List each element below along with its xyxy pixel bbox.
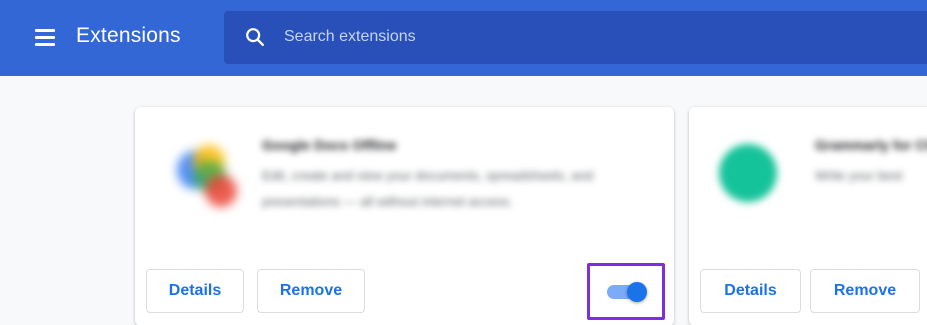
search-icon [246, 28, 264, 46]
extension-name: Google Docs Offline [262, 137, 397, 153]
search-input[interactable] [284, 24, 884, 50]
remove-button[interactable]: Remove [257, 269, 365, 313]
search-bar[interactable] [224, 11, 927, 64]
details-button[interactable]: Details [146, 269, 244, 313]
app-header: Extensions [0, 0, 927, 76]
google-docs-offline-icon [171, 141, 241, 211]
extension-card-google-docs-offline: Google Docs Offline Edit, create and vie… [135, 107, 674, 325]
page-title: Extensions [76, 24, 181, 47]
extension-description: Write your best [815, 168, 903, 183]
hamburger-menu-icon[interactable] [33, 26, 57, 48]
extension-description: Edit, create and view your documents, sp… [262, 168, 593, 209]
grammarly-icon [719, 144, 777, 202]
extension-card-grammarly: Grammarly for Chrome Write your best Det… [689, 107, 927, 325]
enable-extension-toggle[interactable] [607, 282, 647, 302]
remove-button[interactable]: Remove [810, 269, 920, 313]
extension-name: Grammarly for Chrome [815, 137, 927, 153]
details-button[interactable]: Details [700, 269, 801, 313]
toggle-knob [627, 282, 647, 302]
toggle-highlight-box [587, 263, 665, 320]
